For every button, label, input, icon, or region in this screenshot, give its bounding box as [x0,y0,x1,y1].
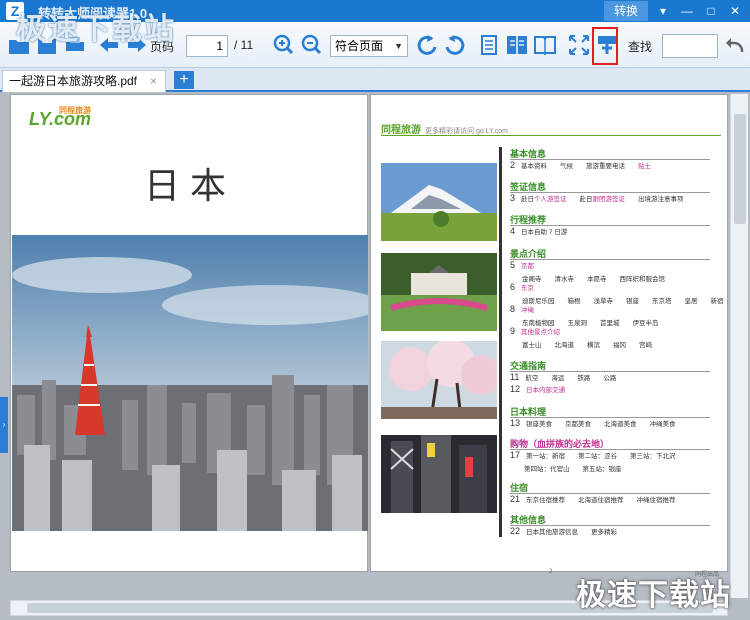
document-tab[interactable]: 一起游日本旅游攻略.pdf × [2,70,166,92]
search-label: 查找 [628,40,653,54]
cover-title: 日本 [143,166,236,207]
single-page-icon[interactable] [476,32,502,58]
brand-divider [381,135,721,136]
fit-mode-select[interactable]: 符合页面 ▼ [330,35,408,57]
vertical-scrollbar[interactable] [730,94,748,598]
watermark-bottom: 极速下载站 [576,579,731,612]
search-input[interactable] [662,34,718,58]
toc-row[interactable]: 4 日本自助 7 日游 [510,226,567,236]
toc-row[interactable]: 12 日本内部交通 [510,384,565,394]
tokyo-skyline-image [12,235,368,531]
tab-bar: 一起游日本旅游攻略.pdf × + [0,68,750,92]
book-view-icon[interactable] [532,32,558,58]
toc-subrow[interactable]: 第四站：代官山 第五站：银座 [524,463,622,473]
sidebar-toggle-icon[interactable]: › [0,397,8,453]
close-button[interactable]: ✕ [724,1,746,21]
toc-subrow[interactable]: 金阁寺 清水寺 本愿寺 西阵织和服会馆 [522,273,665,283]
rotate-right-icon[interactable] [442,32,468,58]
section-divider [510,259,710,260]
toc-row[interactable]: 13 银座美食 京都美食 北海道美食 冲绳美食 [510,418,676,428]
toc-subrow[interactable]: 迪斯尼乐园 箱根 浅草寺 银座 东京塔 皇居 新宿 [522,295,724,305]
menu-dropdown-icon[interactable]: ▾ [652,1,674,21]
pdf-page-1: LY.com 同程旅游 日本 [10,94,368,572]
convert-button[interactable]: 转换 [604,1,648,21]
mount-fuji-image [381,163,497,241]
brand-header: 同程旅游 更多精彩请访问 go.LY.com [381,125,508,136]
toc-row[interactable]: 6 东京 [510,282,534,292]
double-page-icon[interactable] [504,32,530,58]
document-tab-title: 一起游日本旅游攻略.pdf [9,74,138,88]
fullscreen-icon[interactable] [566,32,592,58]
toc-subrow[interactable]: 富士山 北海道 横滨 福冈 宫崎 [522,339,652,349]
city-street-image [381,435,497,513]
zoom-in-icon[interactable] [270,32,296,58]
toc-row[interactable]: 21 东京住宿推荐 北海道住宿推荐 冲绳住宿推荐 [510,494,676,504]
page-total: / 11 [234,38,254,52]
document-viewer[interactable]: › LY.com 同程旅游 日本 同程旅游 更多精彩请访问 go.LY.com … [0,92,750,620]
pdf-page-2: 同程旅游 更多精彩请访问 go.LY.com 基本信息 2 基本资料 气候 旅游重要… [370,94,728,578]
highlight-marker-box [592,27,618,65]
maximize-button[interactable]: □ [700,1,722,21]
page-number: 2 [549,569,553,575]
page-number-input[interactable]: 1 [186,35,228,57]
add-tab-button[interactable]: + [174,71,194,89]
scrollbar-thumb[interactable] [734,114,746,224]
ly-logo: LY.com 同程旅游 [29,106,92,129]
table-of-contents: 基本信息 2 基本资料 气候 旅游重要电话 贴士 签证信息 3 赴日个人游签证 赴日… [499,147,724,537]
zoom-out-icon[interactable] [298,32,324,58]
fit-mode-value: 符合页面 [335,39,384,53]
toc-row[interactable]: 3 赴日个人游签证 赴日跟团游签证 出境游注意事项 [510,193,684,203]
rotate-left-icon[interactable] [414,32,440,58]
toc-row[interactable]: 11 航空 海运 铁路 公路 [510,372,616,382]
cherry-blossom-image [381,341,497,419]
minimize-button[interactable]: — [676,1,698,21]
toc-row[interactable]: 9 其他景点介绍 [510,326,560,336]
undo-icon[interactable] [722,32,748,58]
toc-row[interactable]: 8 冲绳 [510,304,534,314]
toc-row[interactable]: 17 第一站：新宿 第二站：涩谷 第三站：下北沢 [510,450,676,460]
close-tab-icon[interactable]: × [150,71,157,91]
chevron-down-icon: ▼ [394,41,403,51]
toc-row[interactable]: 2 基本资料 气候 旅游重要电话 贴士 [510,160,651,170]
toc-row[interactable]: 5 京都 [510,260,534,270]
palace-garden-image [381,253,497,331]
watermark-top: 极速下载站 [16,13,176,46]
toc-row[interactable]: 22 日本其他旅游信息 更多精彩 [510,526,617,536]
